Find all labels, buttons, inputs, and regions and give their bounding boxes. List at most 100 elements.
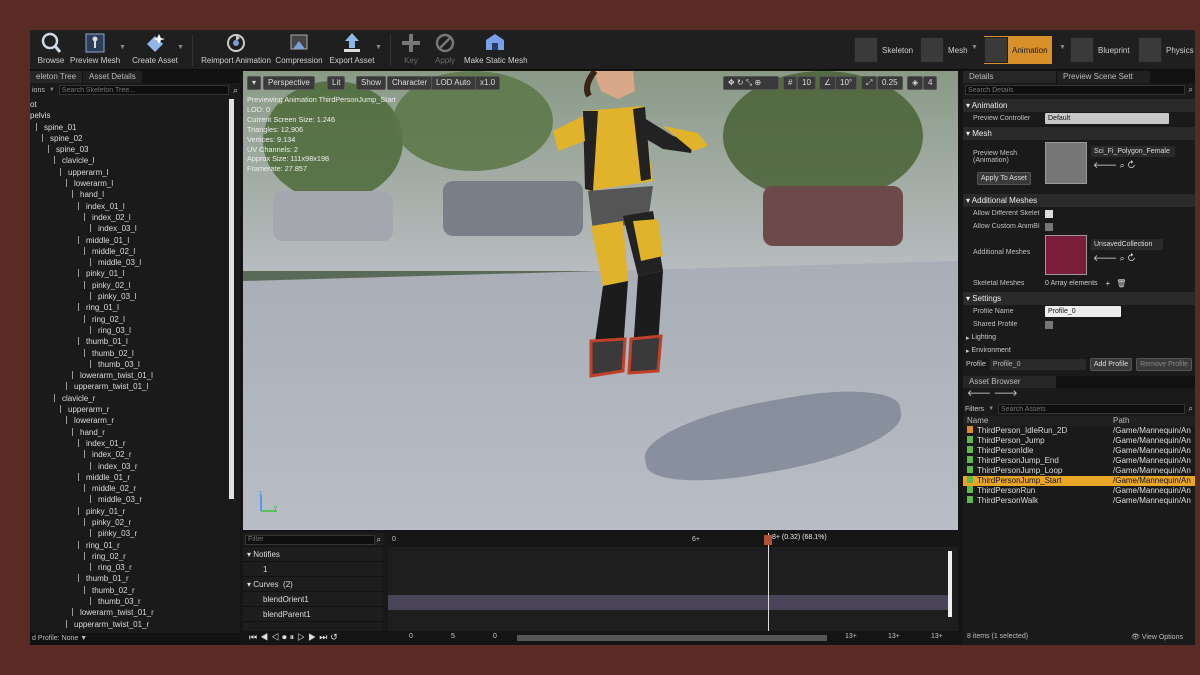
bone-tree-item[interactable]: thumb_02_l — [30, 348, 232, 359]
bone-tree-item[interactable]: middle_01_r — [30, 472, 232, 483]
remove-profile-button[interactable]: Remove Profile — [1136, 358, 1192, 371]
bone-tree-item[interactable]: thumb_03_l — [30, 359, 232, 370]
bone-tree-item[interactable]: index_02_l — [30, 212, 232, 223]
timeline-range-slider[interactable] — [517, 635, 827, 641]
curves-track-header[interactable]: ▾ Curves (2) — [243, 577, 383, 592]
curve-track-blendorient1[interactable]: blendOrient1 — [243, 592, 383, 607]
bone-tree-item[interactable]: middle_01_l — [30, 235, 232, 246]
create-asset-dropdown-icon[interactable]: ▼ — [177, 44, 184, 51]
details-search-input[interactable] — [965, 85, 1185, 95]
bone-tree-item[interactable]: middle_02_r — [30, 483, 232, 494]
bone-tree-item[interactable]: middle_02_l — [30, 246, 232, 257]
bone-tree-item[interactable]: ring_03_l — [30, 325, 232, 336]
bone-tree-item[interactable]: middle_03_l — [30, 257, 232, 268]
bone-tree-item[interactable]: pinky_03_r — [30, 528, 232, 539]
bone-tree-item[interactable]: thumb_02_r — [30, 585, 232, 596]
scale-snap-icon[interactable]: ⤢ — [861, 76, 878, 90]
add-element-icon[interactable]: + — [1106, 279, 1111, 288]
preview-mesh-select[interactable]: Sci_Fi_Polygon_Female — [1091, 146, 1175, 157]
perspective-button[interactable]: Perspective — [263, 76, 315, 90]
grid-snap-icon[interactable]: # — [783, 76, 798, 90]
asset-list-item[interactable]: ThirdPersonJump_End/Game/Mannequin/An — [963, 456, 1195, 466]
transport-buttons-icon[interactable]: ⏮◀◁⏺⏸▷▶⏭↺ — [249, 632, 341, 643]
bone-tree-item[interactable]: lowerarm_r — [30, 415, 232, 426]
asset-list-item[interactable]: ThirdPersonIdle/Game/Mannequin/An — [963, 446, 1195, 456]
bone-tree-item[interactable]: index_02_r — [30, 449, 232, 460]
tab-preview-scene-settings[interactable]: Preview Scene Sett — [1057, 71, 1151, 83]
bone-tree-item[interactable]: index_03_r — [30, 461, 232, 472]
bone-tree-item[interactable]: thumb_01_l — [30, 336, 232, 347]
allow-custom-animbp-checkbox[interactable] — [1045, 222, 1053, 231]
bone-tree-item[interactable]: spine_03 — [30, 144, 232, 155]
preview-mesh-button[interactable]: Preview Mesh — [70, 32, 120, 68]
playhead-handle[interactable] — [764, 535, 772, 545]
make-static-mesh-button[interactable]: Make Static Mesh — [464, 32, 528, 68]
animation-section[interactable]: ▾ Animation — [963, 99, 1195, 112]
column-path[interactable]: Path — [1113, 416, 1129, 426]
collection-select[interactable]: UnsavedCollection — [1091, 239, 1163, 250]
asset-list-item[interactable]: ThirdPerson_IdleRun_2D/Game/Mannequin/An — [963, 426, 1195, 436]
preview-mesh-dropdown-icon[interactable]: ▼ — [119, 44, 126, 51]
options-button[interactable]: ions — [32, 87, 45, 94]
shared-profile-checkbox[interactable] — [1045, 320, 1053, 329]
scale-snap-value[interactable]: 0.25 — [877, 76, 903, 90]
bone-tree-item[interactable]: lowerarm_l — [30, 178, 232, 189]
profile-footer-label[interactable]: d Profile: None — [32, 635, 78, 642]
mesh-mode-dropdown-icon[interactable]: ▼ — [971, 44, 978, 51]
bone-tree-item[interactable]: index_01_r — [30, 438, 232, 449]
asset-picker-icons[interactable]: 🡐 ⌕ ↻ — [1093, 160, 1136, 171]
key-button[interactable]: Key — [398, 32, 424, 68]
bone-tree-item[interactable]: clavicle_l — [30, 155, 232, 166]
track-filter-input[interactable] — [245, 534, 375, 545]
bone-tree-item[interactable]: middle_03_r — [30, 494, 232, 505]
lighting-category[interactable]: ▸ Lighting — [963, 331, 1195, 344]
bone-tree-item[interactable]: lowerarm_twist_01_l — [30, 370, 232, 381]
animation-mode-dropdown-icon[interactable]: ▼ — [1059, 44, 1066, 51]
allow-different-skeletons-checkbox[interactable] — [1045, 209, 1053, 218]
bone-tree-item[interactable]: hand_r — [30, 427, 232, 438]
bone-tree-item[interactable]: index_01_l — [30, 201, 232, 212]
profile-dropdown-icon[interactable]: ▼ — [80, 635, 87, 642]
time-ruler[interactable]: 0 6+ 8+ (0.32) (68.1%) — [388, 533, 958, 547]
add-profile-button[interactable]: Add Profile — [1089, 358, 1133, 371]
asset-list-item[interactable]: ThirdPersonJump_Loop/Game/Mannequin/An — [963, 466, 1195, 476]
range-view-start[interactable]: 5 — [451, 633, 455, 640]
export-asset-dropdown-icon[interactable]: ▼ — [375, 44, 382, 51]
filters-button[interactable]: Filters — [965, 406, 984, 413]
range-end[interactable]: 13+ — [845, 633, 857, 640]
profile-name-input[interactable]: Profile_0 — [1045, 306, 1121, 317]
additional-meshes-section[interactable]: ▾ Additional Meshes — [963, 194, 1195, 207]
timeline-scrollbar[interactable] — [948, 551, 952, 617]
filters-dropdown-icon[interactable]: ▼ — [988, 406, 994, 412]
preview-mesh-thumbnail[interactable] — [1045, 142, 1087, 184]
bone-tree-item[interactable]: upperarm_l — [30, 167, 232, 178]
view-options-button[interactable]: 👁 View Options — [1131, 633, 1183, 641]
bone-tree-item[interactable]: lowerarm_twist_01_r — [30, 607, 232, 618]
range-play-end[interactable]: 13+ — [888, 633, 900, 640]
bone-tree-item[interactable]: upperarm_twist_01_r — [30, 619, 232, 630]
lit-button[interactable]: Lit — [327, 76, 346, 90]
trash-icon[interactable]: 🗑 — [1116, 279, 1126, 288]
bone-tree-item[interactable]: ring_03_r — [30, 562, 232, 573]
bone-tree-item[interactable]: upperarm_twist_01_l — [30, 381, 232, 392]
preview-viewport[interactable]: ▾ Perspective Lit Show Character LOD Aut… — [243, 71, 958, 530]
tab-asset-details[interactable]: Asset Details — [83, 71, 143, 83]
tree-scrollbar[interactable] — [229, 99, 234, 499]
bone-tree-item[interactable]: pinky_01_r — [30, 506, 232, 517]
bone-tree-item[interactable]: index_03_l — [30, 223, 232, 234]
asset-search-input[interactable] — [998, 404, 1185, 414]
grid-snap-value[interactable]: 10 — [797, 76, 816, 90]
notifies-track-header[interactable]: ▾ Notifies — [243, 547, 383, 562]
bone-tree-item[interactable]: upperarm_r — [30, 404, 232, 415]
skeleton-search-input[interactable] — [58, 85, 229, 95]
bone-tree-item[interactable]: spine_02 — [30, 133, 232, 144]
character-button[interactable]: Character — [387, 76, 433, 90]
asset-list-item[interactable]: ThirdPersonJump_Start/Game/Mannequin/An — [963, 476, 1195, 486]
preview-controller-select[interactable]: Default — [1045, 113, 1169, 124]
asset-list-item[interactable]: ThirdPersonWalk/Game/Mannequin/An — [963, 496, 1195, 506]
reimport-animation-button[interactable]: Reimport Animation — [200, 32, 272, 68]
bone-tree-item[interactable]: pinky_01_l — [30, 268, 232, 279]
camera-speed-value[interactable]: 4 — [923, 76, 938, 90]
apply-to-asset-button[interactable]: Apply To Asset — [977, 172, 1031, 185]
asset-list-item[interactable]: ThirdPersonRun/Game/Mannequin/An — [963, 486, 1195, 496]
